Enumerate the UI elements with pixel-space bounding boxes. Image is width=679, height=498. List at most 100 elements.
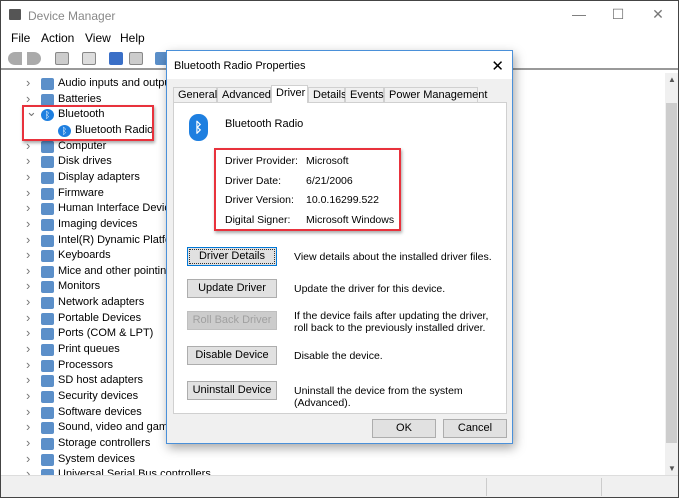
chevron-right-icon[interactable]: ›	[26, 435, 30, 450]
device-manager-icon	[9, 9, 21, 20]
scrollbar-thumb[interactable]	[666, 103, 677, 443]
uninstall-device-button[interactable]: Uninstall Device	[187, 381, 277, 400]
title-bar: Device Manager — ☐ ✕	[1, 1, 678, 29]
chevron-right-icon[interactable]: ›	[26, 388, 30, 403]
maximize-button[interactable]: ☐	[608, 6, 628, 23]
chevron-right-icon[interactable]: ›	[26, 294, 30, 309]
tree-item-label: Universal Serial Bus controllers	[58, 468, 211, 475]
tree-item-label: Storage controllers	[58, 436, 151, 449]
show-hide-tree-icon[interactable]	[82, 52, 96, 65]
chevron-right-icon[interactable]: ›	[26, 169, 30, 184]
driver-details-button[interactable]: Driver Details	[187, 247, 277, 266]
tab-general[interactable]: General	[173, 87, 217, 102]
disable-device-button[interactable]: Disable Device	[187, 346, 277, 365]
device-icon	[41, 265, 54, 278]
menu-action[interactable]: Action	[41, 31, 74, 45]
chevron-right-icon[interactable]: ›	[26, 466, 30, 475]
properties-view-icon[interactable]	[55, 52, 69, 65]
device-icon	[41, 328, 54, 341]
tab-driver[interactable]: Driver	[271, 85, 308, 103]
menu-file[interactable]: File	[11, 31, 30, 45]
tree-item-label: Keyboards	[58, 249, 111, 262]
device-icon	[41, 234, 54, 247]
chevron-right-icon[interactable]: ›	[26, 185, 30, 200]
tree-item-label: Disk drives	[58, 155, 112, 168]
cancel-button[interactable]: Cancel	[443, 419, 507, 438]
bluetooth-icon: ᛒ	[189, 114, 208, 141]
device-icon	[41, 375, 54, 388]
chevron-right-icon[interactable]: ›	[26, 404, 30, 419]
device-icon	[41, 391, 54, 403]
tree-item-label: Audio inputs and outputs	[58, 77, 180, 89]
device-icon	[41, 281, 54, 294]
action-description: Disable the device.	[294, 350, 383, 362]
chevron-right-icon[interactable]: ›	[26, 153, 30, 168]
device-name: Bluetooth Radio	[225, 118, 304, 130]
device-icon	[41, 203, 54, 216]
tree-item[interactable]: › Universal Serial Bus controllers	[1, 466, 641, 475]
tree-item-label: System devices	[58, 452, 136, 465]
chevron-right-icon[interactable]: ›	[26, 341, 30, 356]
highlight-box-driver-info	[214, 148, 401, 231]
tab-advanced[interactable]: Advanced	[217, 87, 271, 102]
tree-item-label: Imaging devices	[58, 217, 138, 230]
tree-item-label: Display adapters	[58, 170, 140, 183]
tree-item-label: Print queues	[58, 343, 120, 356]
tree-item-label: Portable Devices	[58, 311, 142, 324]
device-icon	[41, 187, 54, 200]
chevron-right-icon[interactable]: ›	[26, 200, 30, 215]
dialog-title-bar: Bluetooth Radio Properties ✕	[167, 51, 512, 79]
device-icon	[41, 250, 54, 263]
chevron-right-icon[interactable]: ›	[26, 419, 30, 434]
device-icon	[41, 140, 54, 153]
chevron-right-icon[interactable]: ›	[26, 263, 30, 278]
minimize-button[interactable]: —	[569, 6, 589, 22]
help-icon[interactable]	[109, 52, 123, 65]
update-driver-button[interactable]: Update Driver	[187, 279, 277, 298]
scroll-up-icon[interactable]: ▲	[668, 75, 676, 84]
dialog-close-button[interactable]: ✕	[491, 57, 504, 75]
device-icon	[41, 359, 54, 372]
back-icon[interactable]	[8, 52, 22, 65]
device-icon	[41, 297, 54, 310]
action-description: Update the driver for this device.	[294, 283, 446, 295]
device-icon	[41, 406, 54, 419]
device-icon	[41, 171, 54, 184]
tree-item-label: Security devices	[58, 390, 139, 402]
device-icon	[41, 78, 54, 90]
chevron-right-icon[interactable]: ›	[26, 325, 30, 340]
window-title: Device Manager	[28, 9, 116, 23]
chevron-right-icon[interactable]: ›	[26, 310, 30, 325]
tree-item[interactable]: › System devices	[1, 451, 641, 468]
close-button[interactable]: ✕	[648, 6, 668, 23]
status-bar	[1, 475, 678, 497]
chevron-right-icon[interactable]: ›	[26, 216, 30, 231]
tree-item-label: Human Interface Devices	[58, 202, 182, 215]
menu-bar: File Action View Help	[1, 29, 678, 48]
vertical-scrollbar[interactable]: ▲ ▼	[665, 73, 678, 475]
roll-back-driver-button[interactable]: Roll Back Driver	[187, 311, 277, 330]
action-description: If the device fails after updating the d…	[294, 310, 489, 334]
chevron-right-icon[interactable]: ›	[26, 232, 30, 247]
tab-power-management[interactable]: Power Management	[384, 87, 487, 102]
tree-item-label: Firmware	[58, 186, 104, 199]
ok-button[interactable]: OK	[372, 419, 436, 438]
tree-item-label: SD host adapters	[58, 374, 143, 387]
tab-events[interactable]: Events	[345, 87, 384, 102]
menu-help[interactable]: Help	[120, 31, 145, 45]
menu-view[interactable]: View	[85, 31, 111, 45]
device-icon	[41, 312, 54, 325]
device-icon	[41, 344, 54, 357]
chevron-right-icon[interactable]: ›	[26, 357, 30, 372]
scroll-down-icon[interactable]: ▼	[668, 464, 676, 473]
tab-details[interactable]: Details	[308, 87, 347, 102]
chevron-right-icon[interactable]: ›	[26, 451, 30, 466]
forward-icon[interactable]	[27, 52, 41, 65]
chevron-right-icon[interactable]: ›	[26, 372, 30, 387]
chevron-right-icon[interactable]: ›	[26, 278, 30, 293]
action-pane-icon[interactable]	[129, 52, 143, 65]
chevron-right-icon[interactable]: ›	[26, 75, 30, 90]
tree-item-label: Monitors	[58, 280, 101, 293]
device-icon	[41, 218, 54, 231]
chevron-right-icon[interactable]: ›	[26, 247, 30, 262]
